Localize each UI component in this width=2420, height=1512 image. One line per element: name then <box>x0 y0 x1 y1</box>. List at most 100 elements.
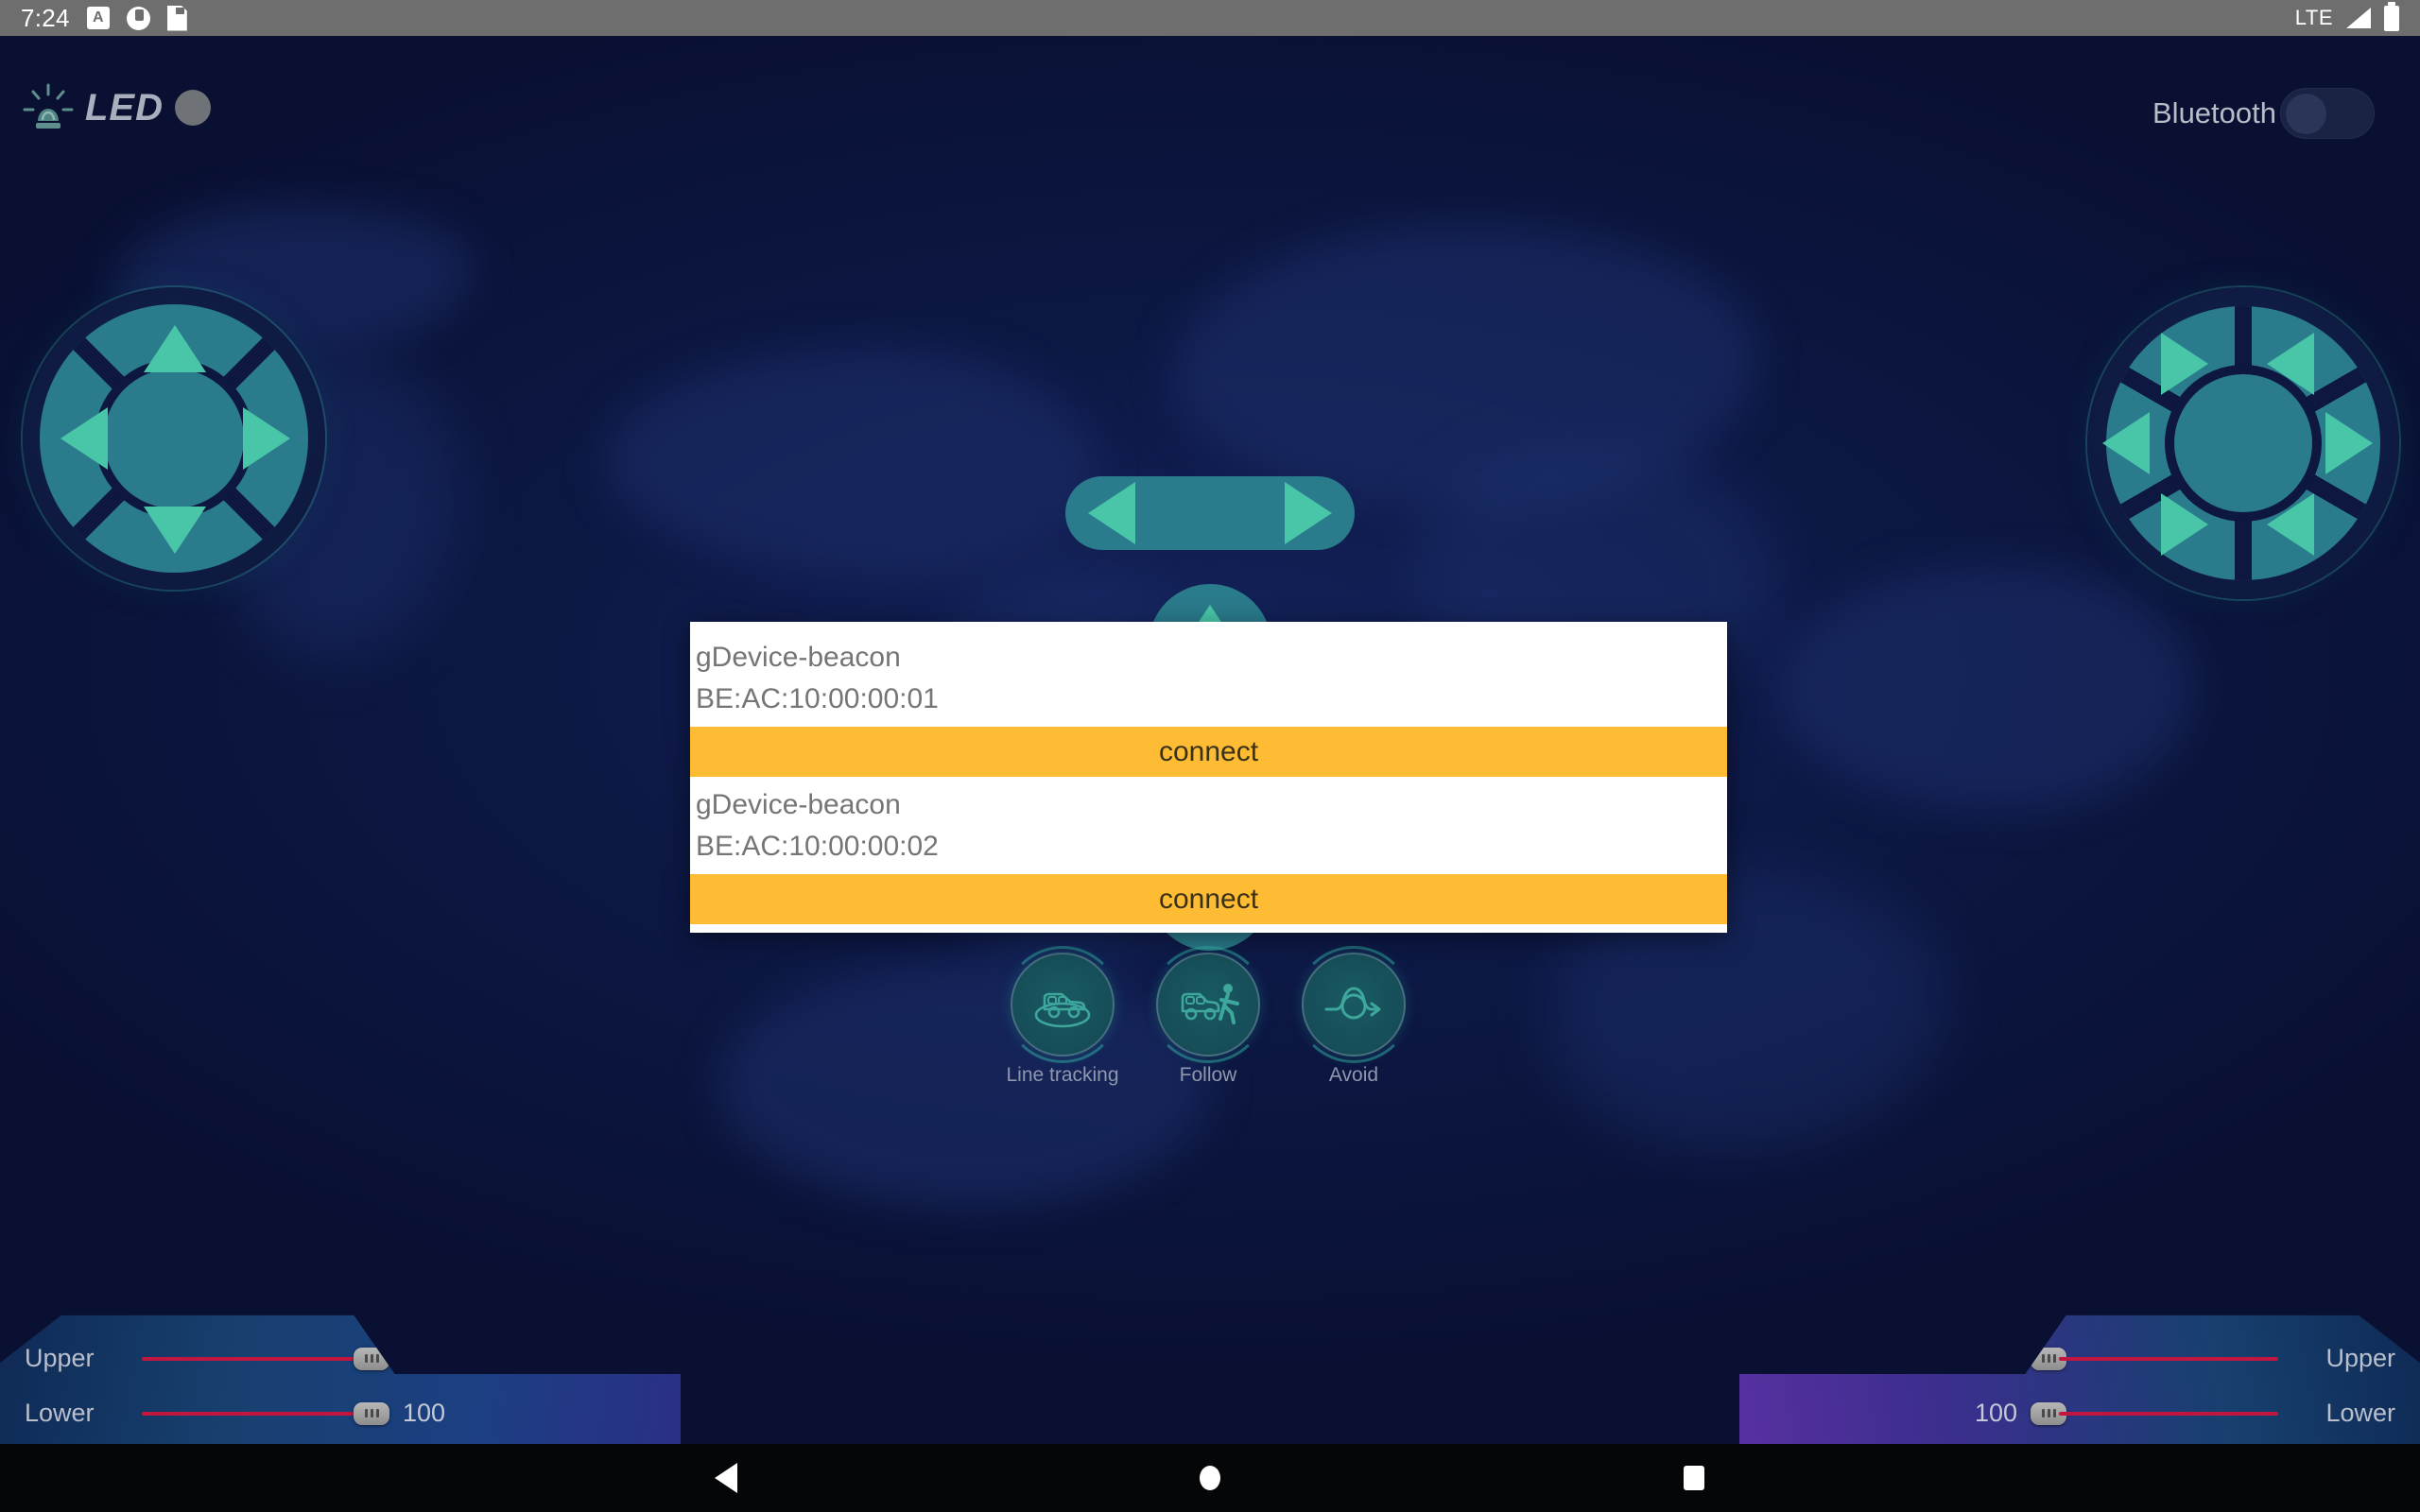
pad-button-upper-left[interactable] <box>2161 333 2208 395</box>
slider-filled-track <box>142 1411 361 1416</box>
slider-label: Upper <box>25 1344 95 1372</box>
slider-track-lower[interactable] <box>142 1401 389 1426</box>
app-content: LED Bluetooth Line tracking Follow Avoid… <box>0 36 2420 1444</box>
mode-circle[interactable] <box>1295 946 1412 1063</box>
nav-home-button[interactable] <box>968 1466 1452 1490</box>
bluetooth-label: Bluetooth <box>2152 96 2276 129</box>
device-name: gDevice-beacon <box>696 642 901 673</box>
rotate-control-pill[interactable] <box>1065 476 1355 550</box>
slider-label: Upper <box>2325 1344 2395 1372</box>
triangle-right-icon <box>2161 493 2208 556</box>
triangle-left-icon <box>2267 493 2314 556</box>
slider-label: Lower <box>2325 1399 2395 1427</box>
status-bar-left: 7:24 A <box>21 4 187 33</box>
connect-button[interactable]: connect <box>690 874 1727 924</box>
signal-bars-icon <box>2346 8 2371 28</box>
slider-row-upper: Upper 100 <box>25 1344 456 1373</box>
pad-button-right[interactable] <box>2325 412 2373 474</box>
do-not-disturb-icon <box>126 6 150 30</box>
slider-value: 100 <box>403 1399 446 1427</box>
pad-button-left[interactable] <box>60 407 108 470</box>
status-bar-clock: 7:24 <box>21 3 70 32</box>
status-bar-right: LTE <box>2294 1 2399 31</box>
car-on-line-icon <box>1034 992 1091 1028</box>
pad-button-lower-left[interactable] <box>2161 493 2208 556</box>
slider-track-upper[interactable] <box>2031 1347 2278 1371</box>
bluetooth-toggle[interactable] <box>2280 88 2375 139</box>
device-list-item: gDevice-beacon BE:AC:10:00:00:01 connect <box>690 629 1727 777</box>
mode-button-follow[interactable]: Follow <box>1150 946 1267 1087</box>
mode-circle[interactable] <box>1150 946 1267 1063</box>
car-following-person-icon <box>1181 984 1239 1024</box>
bluetooth-toggle-knob <box>2286 94 2326 134</box>
slider-row-lower: Lower 100 <box>25 1399 456 1428</box>
direction-pad-4way[interactable] <box>23 287 325 590</box>
nav-recents-button[interactable] <box>1452 1466 1936 1490</box>
led-status-indicator[interactable] <box>175 90 211 126</box>
mode-button-avoid[interactable]: Avoid <box>1295 946 1412 1087</box>
mode-label: Follow <box>1179 1064 1237 1086</box>
nav-back-button[interactable] <box>484 1463 968 1493</box>
android-status-bar: 7:24 A LTE <box>0 0 2420 36</box>
slider-track-lower[interactable] <box>2031 1401 2278 1426</box>
triangle-left-icon <box>60 407 108 470</box>
slider-thumb[interactable] <box>354 1401 389 1425</box>
mode-label: Line tracking <box>1006 1064 1119 1086</box>
panel-glow <box>1891 1302 2307 1308</box>
sd-card-icon <box>166 5 187 31</box>
direction-pad-6way[interactable] <box>2087 287 2399 599</box>
slider-value: 100 <box>1974 1344 2017 1372</box>
connect-button[interactable]: connect <box>690 727 1727 777</box>
triangle-left-icon <box>2267 333 2314 395</box>
triangle-down-icon <box>144 507 206 554</box>
slider-row-upper: Upper 100 <box>1964 1344 2395 1373</box>
map-shape <box>605 348 1097 575</box>
slider-label: Lower <box>25 1399 95 1427</box>
panel-glow <box>113 1302 529 1308</box>
triangle-right-icon <box>243 407 290 470</box>
triangle-right-icon <box>2161 333 2208 395</box>
bluetooth-control-group[interactable]: Bluetooth <box>2152 88 2375 139</box>
triangle-left-icon <box>2102 412 2150 474</box>
left-slider-panel: Upper 100 Lower 100 <box>0 1302 681 1444</box>
app-screen: 7:24 A LTE LED Bluetooth Line tracking F… <box>0 0 2420 1512</box>
pad-button-left[interactable] <box>2102 412 2150 474</box>
pad-button-upper-right[interactable] <box>2267 333 2314 395</box>
mode-button-row: Line tracking Follow Avoid <box>1004 946 1413 1087</box>
led-control-group[interactable]: LED <box>23 83 211 132</box>
recents-square-icon <box>1684 1466 1704 1490</box>
battery-icon <box>2384 1 2399 31</box>
device-list-item: gDevice-beacon BE:AC:10:00:00:02 connect <box>690 777 1727 924</box>
mode-label: Avoid <box>1328 1064 1379 1086</box>
slider-value: 100 <box>403 1344 446 1372</box>
mode-button-line-tracking[interactable]: Line tracking <box>1004 946 1121 1087</box>
led-label: LED <box>85 86 164 129</box>
slider-thumb[interactable] <box>354 1347 389 1370</box>
slider-filled-track <box>2059 1356 2278 1361</box>
siren-beacon-icon <box>23 83 74 129</box>
triangle-right-icon[interactable] <box>1285 482 1332 544</box>
mode-circle[interactable] <box>1004 946 1121 1063</box>
pad-center-hub[interactable] <box>104 369 244 508</box>
pad-button-right[interactable] <box>243 407 290 470</box>
pad-button-up[interactable] <box>144 325 206 372</box>
android-navigation-bar <box>0 1444 2420 1512</box>
device-address: BE:AC:10:00:00:01 <box>696 682 939 714</box>
slider-value: 100 <box>1974 1399 2017 1427</box>
font-size-a-icon: A <box>86 7 110 29</box>
pad-button-lower-right[interactable] <box>2267 493 2314 556</box>
right-slider-panel: Upper 100 Lower 100 <box>1739 1302 2420 1444</box>
network-type-label: LTE <box>2294 6 2333 29</box>
slider-filled-track <box>2059 1411 2278 1416</box>
triangle-left-icon[interactable] <box>1088 482 1135 544</box>
home-circle-icon <box>1200 1466 1220 1490</box>
slider-track-upper[interactable] <box>142 1347 389 1371</box>
obstacle-avoid-arrow-icon <box>1324 987 1381 1020</box>
slider-row-lower: Lower 100 <box>1964 1399 2395 1428</box>
map-shape <box>1777 565 2193 811</box>
pad-button-down[interactable] <box>144 507 206 554</box>
triangle-up-icon <box>144 325 206 372</box>
back-triangle-icon <box>715 1463 737 1493</box>
device-name: gDevice-beacon <box>696 789 901 820</box>
slider-filled-track <box>142 1356 361 1361</box>
